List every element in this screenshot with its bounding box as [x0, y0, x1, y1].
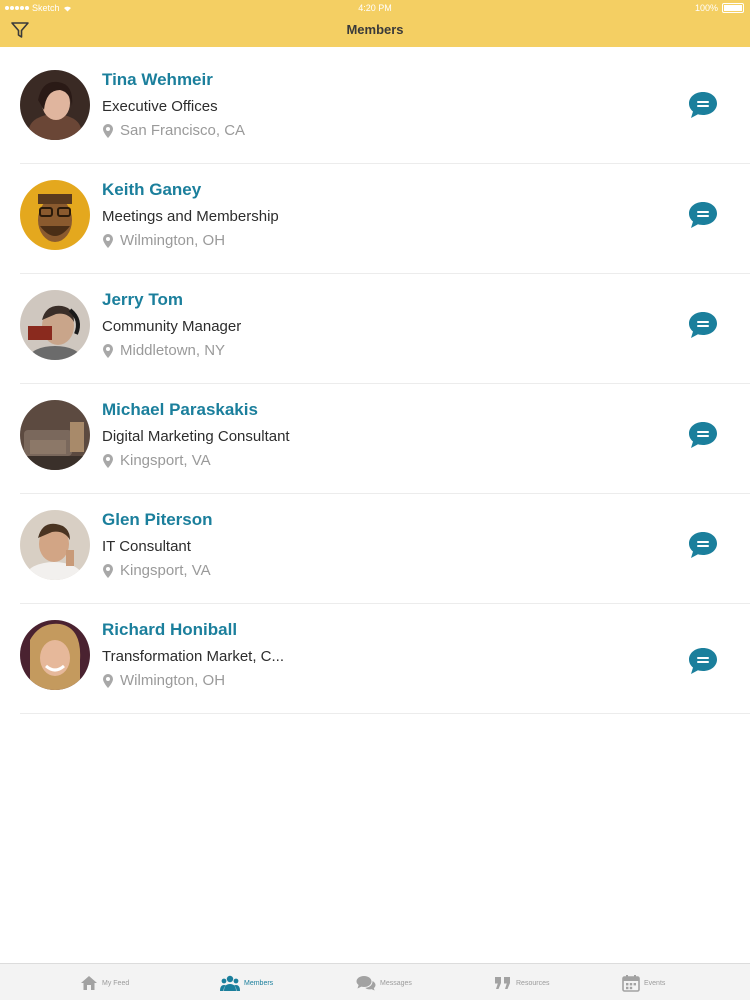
- member-role: Transformation Market, C...: [102, 648, 284, 665]
- tab-members[interactable]: Members: [220, 972, 273, 994]
- location-pin-icon: [103, 123, 113, 138]
- status-bar: Sketch 4:20 PM 100%: [0, 0, 750, 17]
- member-name[interactable]: Michael Paraskakis: [102, 400, 258, 420]
- tab-my-feed[interactable]: My Feed: [80, 972, 129, 994]
- member-row[interactable]: Keith Ganey Meetings and Membership Wilm…: [20, 164, 750, 274]
- tab-label: Resources: [516, 979, 550, 987]
- tab-events[interactable]: Events: [622, 972, 665, 994]
- tab-label: Messages: [380, 979, 412, 987]
- member-role: IT Consultant: [102, 538, 191, 555]
- member-row[interactable]: Tina Wehmeir Executive Offices San Franc…: [20, 54, 750, 164]
- location-text: Wilmington, OH: [120, 672, 226, 689]
- avatar[interactable]: [20, 290, 90, 360]
- battery-percent: 100%: [694, 3, 718, 13]
- location-text: Middletown, NY: [120, 342, 226, 359]
- location-pin-icon: [103, 673, 113, 688]
- member-name[interactable]: Glen Piterson: [102, 510, 213, 530]
- avatar[interactable]: [20, 620, 90, 690]
- tab-resources[interactable]: Resources: [494, 972, 549, 994]
- member-row[interactable]: Glen Piterson IT Consultant Kingsport, V…: [20, 494, 750, 604]
- location-pin-icon: [103, 343, 113, 358]
- member-location: Wilmington, OH: [102, 232, 225, 249]
- member-name[interactable]: Keith Ganey: [102, 180, 201, 200]
- member-role: Community Manager: [102, 318, 242, 335]
- location-text: Kingsport, VA: [120, 452, 211, 469]
- member-location: San Francisco, CA: [102, 122, 245, 139]
- page-title: Members: [346, 22, 404, 37]
- chat-icon[interactable]: [687, 90, 719, 120]
- location-pin-icon: [103, 563, 113, 578]
- members-icon: [220, 975, 240, 991]
- location-pin-icon: [103, 233, 113, 248]
- location-text: Kingsport, VA: [120, 562, 211, 579]
- nav-header: Sketch 4:20 PM 100% Members: [0, 0, 750, 47]
- messages-icon: [356, 976, 376, 991]
- member-name[interactable]: Richard Honiball: [102, 620, 237, 640]
- member-location: Middletown, NY: [102, 342, 225, 359]
- tab-label: Events: [644, 979, 666, 987]
- location-pin-icon: [103, 453, 113, 468]
- member-role: Meetings and Membership: [102, 208, 279, 225]
- battery-icon: [722, 3, 744, 13]
- location-text: San Francisco, CA: [120, 122, 246, 139]
- home-icon: [81, 976, 97, 990]
- chat-icon[interactable]: [687, 420, 719, 450]
- member-row[interactable]: Michael Paraskakis Digital Marketing Con…: [20, 384, 750, 494]
- avatar[interactable]: [20, 510, 90, 580]
- member-location: Kingsport, VA: [102, 562, 211, 579]
- member-location: Wilmington, OH: [102, 672, 225, 689]
- member-list: Tina Wehmeir Executive Offices San Franc…: [0, 54, 750, 714]
- member-location: Kingsport, VA: [102, 452, 211, 469]
- avatar[interactable]: [20, 180, 90, 250]
- member-name[interactable]: Tina Wehmeir: [102, 70, 213, 90]
- calendar-icon: [622, 975, 640, 992]
- status-time: 4:20 PM: [358, 3, 392, 13]
- battery-indicator: 100%: [695, 3, 744, 13]
- tab-messages[interactable]: Messages: [356, 972, 412, 994]
- quote-icon: [495, 977, 510, 989]
- avatar[interactable]: [20, 70, 90, 140]
- chat-icon[interactable]: [687, 200, 719, 230]
- member-row[interactable]: Richard Honiball Transformation Market, …: [20, 604, 750, 714]
- tab-label: My Feed: [102, 979, 130, 987]
- member-row[interactable]: Jerry Tom Community Manager Middletown, …: [20, 274, 750, 384]
- avatar[interactable]: [20, 400, 90, 470]
- member-role: Executive Offices: [102, 98, 218, 115]
- member-role: Digital Marketing Consultant: [102, 428, 290, 445]
- tab-bar: My Feed Members Messages Resources Event…: [0, 963, 750, 1000]
- location-text: Wilmington, OH: [120, 232, 226, 249]
- chat-icon[interactable]: [687, 646, 719, 676]
- chat-icon[interactable]: [687, 530, 719, 560]
- member-name[interactable]: Jerry Tom: [102, 290, 183, 310]
- chat-icon[interactable]: [687, 310, 719, 340]
- tab-label: Members: [244, 979, 274, 987]
